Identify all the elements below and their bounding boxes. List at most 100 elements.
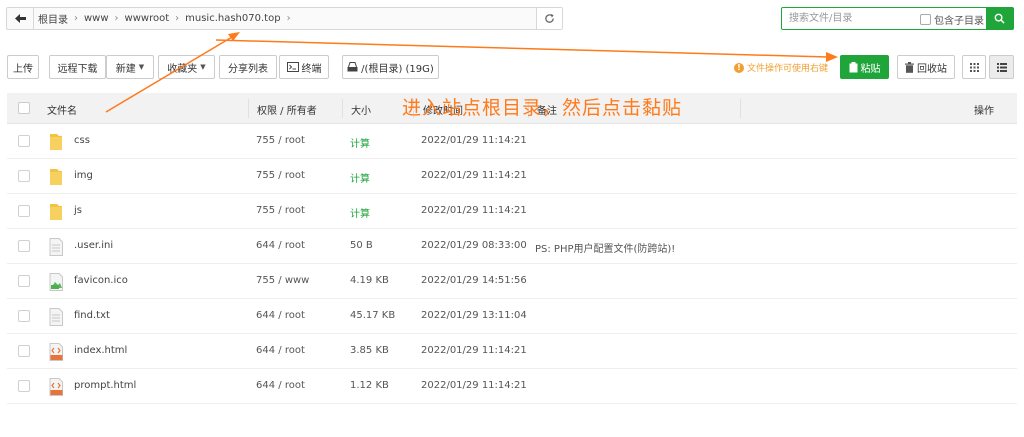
table-row[interactable]: img 755 / root 计算 2022/01/29 11:14:21 <box>7 159 1017 194</box>
file-mtime: 2022/01/29 11:14:21 <box>421 205 527 216</box>
file-mtime: 2022/01/29 13:11:04 <box>421 310 527 321</box>
share-list-label: 分享列表 <box>228 63 268 75</box>
hint-text: 文件操作可使用右键 <box>747 64 829 74</box>
paste-button[interactable]: 粘贴 <box>840 55 889 79</box>
disk-label: /(根目录) (19G) <box>361 63 434 75</box>
image-file-icon <box>49 273 63 291</box>
search-icon <box>994 13 1005 24</box>
breadcrumb-item[interactable]: music.hash070.top <box>185 13 280 24</box>
html-file-icon <box>49 343 63 361</box>
file-mtime: 2022/01/29 11:14:21 <box>421 380 527 391</box>
row-checkbox[interactable] <box>18 205 30 217</box>
file-permission[interactable]: 644 / root <box>256 345 305 356</box>
include-subdir-toggle[interactable]: 包含子目录 <box>920 12 984 27</box>
file-name[interactable]: js <box>74 205 82 216</box>
refresh-icon <box>545 13 554 23</box>
table-row[interactable]: favicon.ico 755 / www 4.19 KB 2022/01/29… <box>7 264 1017 299</box>
disk-selector-button[interactable]: /(根目录) (19G) <box>342 55 439 79</box>
recycle-label: 回收站 <box>917 63 947 75</box>
calculate-size-link[interactable]: 计算 <box>350 170 370 185</box>
share-list-button[interactable]: 分享列表 <box>219 55 277 79</box>
breadcrumb-item[interactable]: 根目录 <box>38 11 68 26</box>
trash-icon <box>905 61 914 73</box>
table-row[interactable]: js 755 / root 计算 2022/01/29 11:14:21 <box>7 194 1017 229</box>
recycle-bin-button[interactable]: 回收站 <box>897 55 955 79</box>
file-permission[interactable]: 755 / root <box>256 170 305 181</box>
column-divider <box>248 99 249 118</box>
file-mtime: 2022/01/29 11:14:21 <box>421 345 527 356</box>
text-file-icon <box>49 238 63 256</box>
arrow-head-icon <box>228 32 240 41</box>
chevron-right-icon: › <box>114 13 119 24</box>
list-icon <box>996 62 1007 72</box>
file-size: 3.85 KB <box>350 345 389 356</box>
table-row[interactable]: .user.ini 644 / root 50 B 2022/01/29 08:… <box>7 229 1017 264</box>
row-checkbox[interactable] <box>18 135 30 147</box>
address-bar[interactable]: 根目录 › www › wwwroot › music.hash070.top … <box>6 7 563 30</box>
header-size[interactable]: 大小 <box>351 102 371 117</box>
file-name[interactable]: favicon.ico <box>74 275 128 286</box>
new-label: 新建 <box>115 63 136 75</box>
row-checkbox[interactable] <box>18 240 30 252</box>
clipboard-icon <box>849 61 857 72</box>
file-permission[interactable]: 644 / root <box>256 310 305 321</box>
remote-download-button[interactable]: 远程下载 <box>49 55 106 79</box>
folder-icon <box>50 134 62 150</box>
breadcrumb-item[interactable]: wwwroot <box>125 13 170 24</box>
favorites-label: 收藏夹 <box>167 63 198 75</box>
row-checkbox[interactable] <box>18 345 30 357</box>
file-note[interactable]: PS: PHP用户配置文件(防跨站)! <box>535 240 675 255</box>
refresh-button[interactable] <box>536 8 562 29</box>
file-permission[interactable]: 755 / root <box>256 135 305 146</box>
select-all-checkbox[interactable] <box>18 102 30 114</box>
file-name[interactable]: prompt.html <box>74 380 136 391</box>
html-file-icon <box>49 378 63 396</box>
text-file-icon <box>49 308 63 326</box>
file-size: 45.17 KB <box>350 310 396 321</box>
search-button[interactable] <box>986 8 1013 29</box>
row-checkbox[interactable] <box>18 380 30 392</box>
favorites-dropdown-button[interactable]: 收藏夹 ▼ <box>158 55 215 79</box>
remote-download-label: 远程下载 <box>57 63 98 75</box>
terminal-button[interactable]: 终端 <box>279 55 329 79</box>
table-row[interactable]: css 755 / root 计算 2022/01/29 11:14:21 <box>7 124 1017 159</box>
file-name[interactable]: img <box>74 170 93 181</box>
file-mtime: 2022/01/29 11:14:21 <box>421 170 527 181</box>
breadcrumb-item[interactable]: www <box>84 13 109 24</box>
file-name[interactable]: index.html <box>74 345 127 356</box>
file-name[interactable]: css <box>74 135 90 146</box>
row-checkbox[interactable] <box>18 170 30 182</box>
row-checkbox[interactable] <box>18 310 30 322</box>
file-permission[interactable]: 755 / root <box>256 205 305 216</box>
new-dropdown-button[interactable]: 新建 ▼ <box>106 55 154 79</box>
calculate-size-link[interactable]: 计算 <box>350 135 370 150</box>
file-permission[interactable]: 755 / www <box>256 275 309 286</box>
header-filename[interactable]: 文件名 <box>47 102 77 117</box>
folder-icon <box>50 204 62 220</box>
calculate-size-link[interactable]: 计算 <box>350 205 370 220</box>
file-size: 4.19 KB <box>350 275 389 286</box>
include-subdir-label: 包含子目录 <box>934 16 984 27</box>
row-checkbox[interactable] <box>18 275 30 287</box>
chevron-right-icon: › <box>175 13 180 24</box>
file-name[interactable]: find.txt <box>74 310 110 321</box>
include-subdir-checkbox[interactable] <box>920 14 931 25</box>
header-permission[interactable]: 权限 / 所有者 <box>257 102 317 117</box>
upload-button[interactable]: 上传 <box>7 55 39 79</box>
search-box: 包含子目录 <box>781 7 1014 30</box>
search-input[interactable] <box>782 8 918 29</box>
table-row[interactable]: prompt.html 644 / root 1.12 KB 2022/01/2… <box>7 369 1017 404</box>
context-menu-hint: ! 文件操作可使用右键 <box>734 61 828 74</box>
chevron-right-icon: › <box>74 13 78 24</box>
toolbar: 上传 远程下载 新建 ▼ 收藏夹 ▼ 分享列表 终端 /(根目录) (19G) … <box>7 55 1017 79</box>
table-row[interactable]: index.html 644 / root 3.85 KB 2022/01/29… <box>7 334 1017 369</box>
header-action: 操作 <box>974 106 994 117</box>
back-button[interactable] <box>7 8 34 29</box>
grid-view-button[interactable] <box>962 55 986 79</box>
file-name[interactable]: .user.ini <box>74 240 113 251</box>
chevron-down-icon: ▼ <box>200 63 206 71</box>
table-row[interactable]: find.txt 644 / root 45.17 KB 2022/01/29 … <box>7 299 1017 334</box>
list-view-button[interactable] <box>989 55 1014 79</box>
file-permission[interactable]: 644 / root <box>256 240 305 251</box>
file-permission[interactable]: 644 / root <box>256 380 305 391</box>
